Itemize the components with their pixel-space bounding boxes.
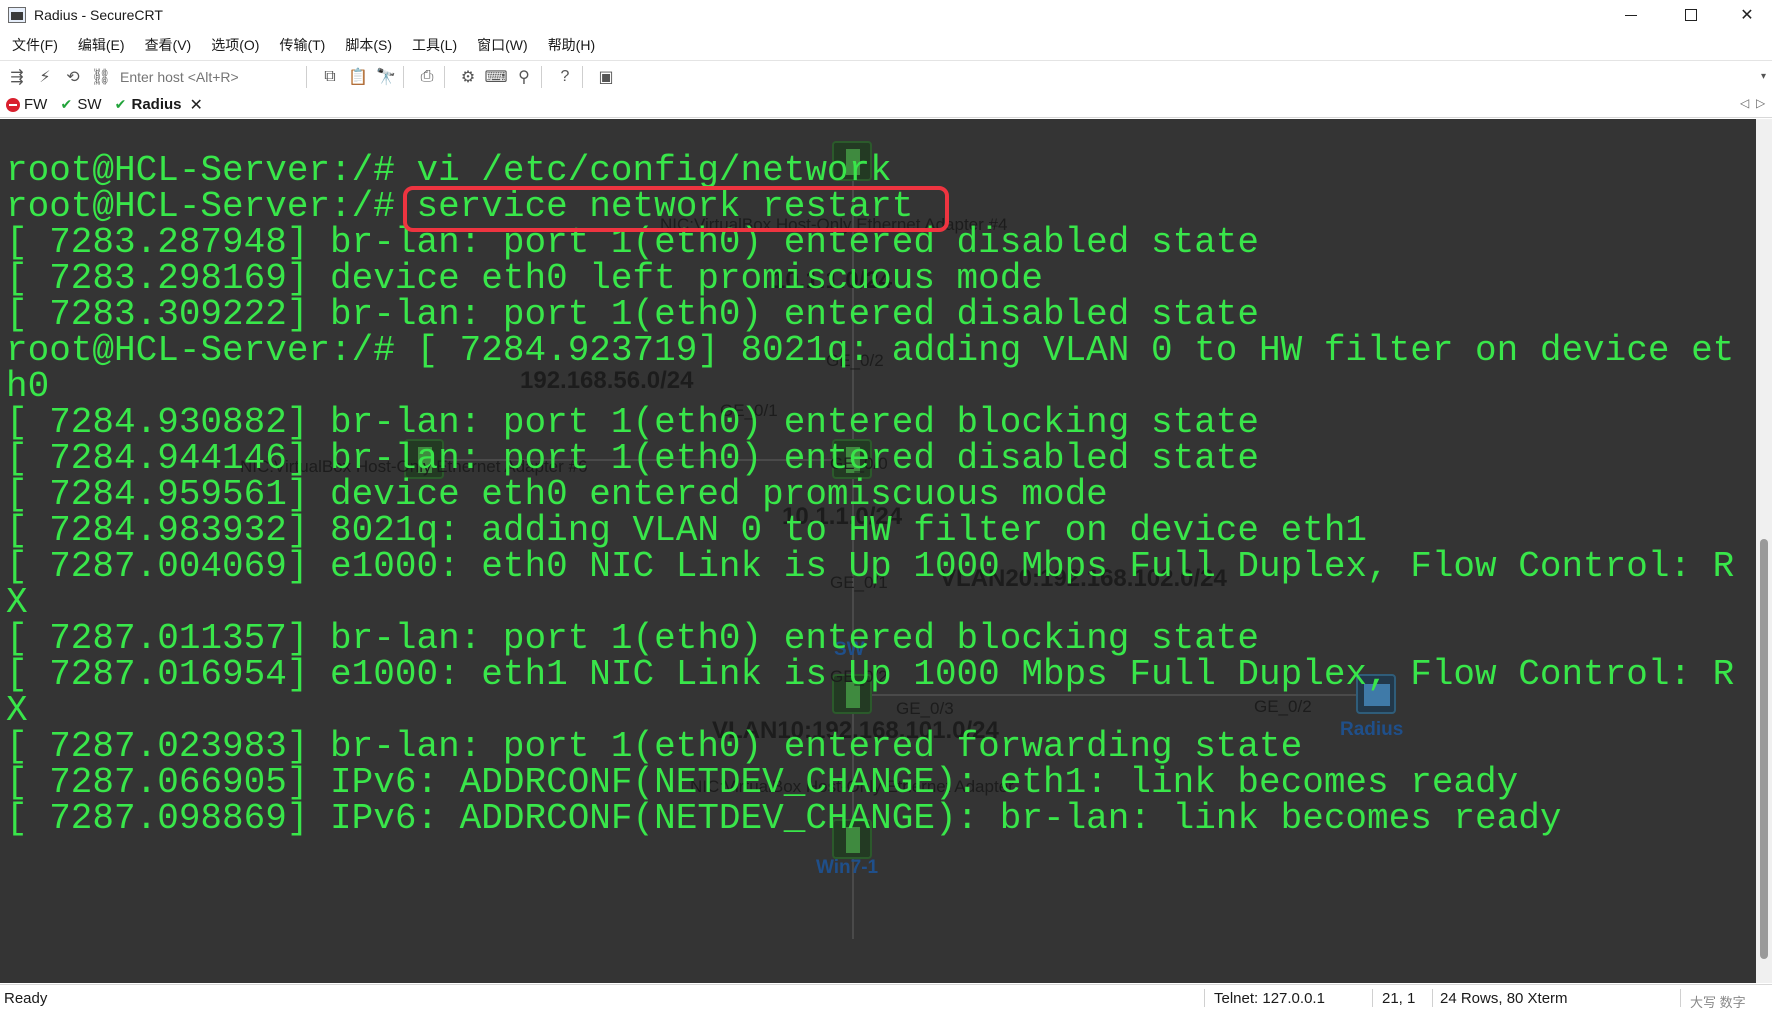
terminal-line: [ 7283.298169] device eth0 left promiscu… — [6, 258, 1043, 299]
quick-connect-icon[interactable]: ⚡ — [34, 66, 56, 88]
menu-window[interactable]: 窗口(W) — [469, 35, 536, 55]
maximize-icon — [1685, 9, 1697, 21]
menu-help[interactable]: 帮助(H) — [540, 35, 603, 55]
keymap-icon[interactable]: ⌨ — [484, 66, 507, 88]
terminal-line: [ 7287.098869] IPv6: ADDRCONF(NETDEV_CHA… — [6, 798, 1562, 839]
connect-icon[interactable]: ⇶ — [6, 66, 28, 88]
command-highlight-box — [403, 186, 949, 232]
status-divider — [1372, 989, 1373, 1007]
tab-fw[interactable]: FW — [0, 93, 53, 117]
terminal-line: [ 7284.959561] device eth0 entered promi… — [6, 474, 1108, 515]
tab-label: Radius — [131, 96, 182, 113]
toolbar-divider — [444, 65, 445, 88]
menu-transfer[interactable]: 传输(T) — [271, 35, 333, 55]
toolbar-divider — [403, 65, 404, 88]
terminal-line: [ 7287.066905] IPv6: ADDRCONF(NETDEV_CHA… — [6, 762, 1519, 803]
tab-scroll-left-icon[interactable]: ◁ — [1740, 96, 1749, 110]
window-title: Radius - SecureCRT — [34, 7, 163, 23]
status-divider — [1204, 989, 1205, 1007]
terminal-line: root@HCL-Server:/# vi /etc/config/networ… — [6, 150, 892, 191]
title-bar: Radius - SecureCRT ✕ — [0, 0, 1772, 30]
close-button[interactable]: ✕ — [1724, 0, 1770, 30]
terminal-line: [ 7287.004069] e1000: eth0 NIC Link is U… — [6, 546, 1735, 587]
tab-sw[interactable]: ✔ SW — [53, 93, 107, 117]
status-terminal-size: 24 Rows, 80 Xterm — [1440, 990, 1568, 1007]
tab-radius[interactable]: ✔ Radius ✕ — [108, 93, 209, 117]
terminal-view[interactable]: NIC:VirtualBox Host-Only Ethernet Adapte… — [0, 119, 1756, 983]
scrollbar-thumb[interactable] — [1760, 539, 1768, 959]
terminal-line: [ 7287.016954] e1000: eth1 NIC Link is U… — [6, 654, 1735, 695]
terminal-line: [ 7287.023983] br-lan: port 1(eth0) ente… — [6, 726, 1303, 767]
help-icon[interactable]: ? — [554, 66, 576, 88]
terminal-line: X — [6, 690, 28, 731]
paste-icon[interactable]: 📋 — [347, 66, 369, 88]
status-connection: Telnet: 127.0.0.1 — [1214, 990, 1325, 1007]
toolbar: ⇶ ⚡ ⟲ ⛓ ⧉ 📋 🔭 ⎙ ⚙ ⌨ ⚲ ? ▣ ▾ — [0, 60, 1772, 92]
tab-scroll-right-icon[interactable]: ▷ — [1756, 96, 1765, 110]
menu-script[interactable]: 脚本(S) — [337, 35, 400, 55]
status-divider — [1432, 989, 1433, 1007]
copy-icon[interactable]: ⧉ — [319, 66, 341, 88]
screen-icon[interactable]: ▣ — [595, 66, 617, 88]
status-divider — [1680, 989, 1681, 1007]
reconnect-icon[interactable]: ⟲ — [62, 66, 84, 88]
sftp-icon[interactable]: ⚲ — [513, 66, 535, 88]
connected-check-icon: ✔ — [60, 96, 73, 112]
status-bar: Ready Telnet: 127.0.0.1 21, 1 24 Rows, 8… — [0, 984, 1772, 1010]
close-icon: ✕ — [1740, 7, 1754, 24]
minimize-button[interactable] — [1608, 0, 1654, 30]
tab-label: FW — [24, 96, 48, 113]
menu-tools[interactable]: 工具(L) — [404, 35, 465, 55]
tab-label: SW — [77, 96, 102, 113]
toolbar-divider — [306, 65, 307, 88]
terminal-line: [ 7283.309222] br-lan: port 1(eth0) ente… — [6, 294, 1260, 335]
terminal-line: [ 7284.944146] br-lan: port 1(eth0) ente… — [6, 438, 1260, 479]
settings-icon[interactable]: ⚙ — [457, 66, 479, 88]
print-icon[interactable]: ⎙ — [416, 66, 438, 88]
host-input[interactable] — [120, 65, 300, 88]
connected-check-icon: ✔ — [114, 96, 127, 112]
toolbar-divider — [582, 65, 583, 88]
topology-win7-label: Win7-1 — [816, 857, 879, 878]
toolbar-divider — [541, 65, 542, 88]
terminal-line: h0 — [6, 366, 50, 407]
terminal-line: [ 7284.983932] 8021q: adding VLAN 0 to H… — [6, 510, 1368, 551]
status-cursor-position: 21, 1 — [1382, 990, 1416, 1007]
terminal-line: [ 7284.930882] br-lan: port 1(eth0) ente… — [6, 402, 1260, 443]
terminal-line: X — [6, 582, 28, 623]
toolbar-overflow-icon[interactable]: ▾ — [1761, 71, 1766, 82]
session-tab-bar: FW ✔ SW ✔ Radius ✕ ◁ ▷ — [0, 92, 1772, 118]
menu-edit[interactable]: 编辑(E) — [70, 35, 133, 55]
disconnected-icon — [6, 97, 20, 112]
menu-bar: 文件(F) 编辑(E) 查看(V) 选项(O) 传输(T) 脚本(S) 工具(L… — [0, 32, 1772, 58]
menu-file[interactable]: 文件(F) — [4, 35, 66, 55]
find-icon[interactable]: 🔭 — [375, 66, 397, 88]
securecrt-app-icon — [8, 7, 26, 23]
terminal-line: root@HCL-Server:/# [ 7284.923719] 8021q:… — [6, 330, 1735, 371]
terminal-scrollbar[interactable] — [1756, 119, 1772, 983]
terminal-output: root@HCL-Server:/# vi /etc/config/networ… — [6, 153, 1734, 837]
menu-options[interactable]: 选项(O) — [203, 35, 267, 55]
terminal-line: [ 7287.011357] br-lan: port 1(eth0) ente… — [6, 618, 1260, 659]
disconnect-icon[interactable]: ⛓ — [90, 66, 112, 88]
minimize-icon — [1625, 14, 1637, 16]
maximize-button[interactable] — [1668, 0, 1714, 30]
status-ready: Ready — [4, 990, 48, 1007]
status-ime-indicator: 大写 数字 — [1690, 995, 1746, 1010]
tab-close-icon[interactable]: ✕ — [190, 95, 203, 115]
menu-view[interactable]: 查看(V) — [137, 35, 200, 55]
